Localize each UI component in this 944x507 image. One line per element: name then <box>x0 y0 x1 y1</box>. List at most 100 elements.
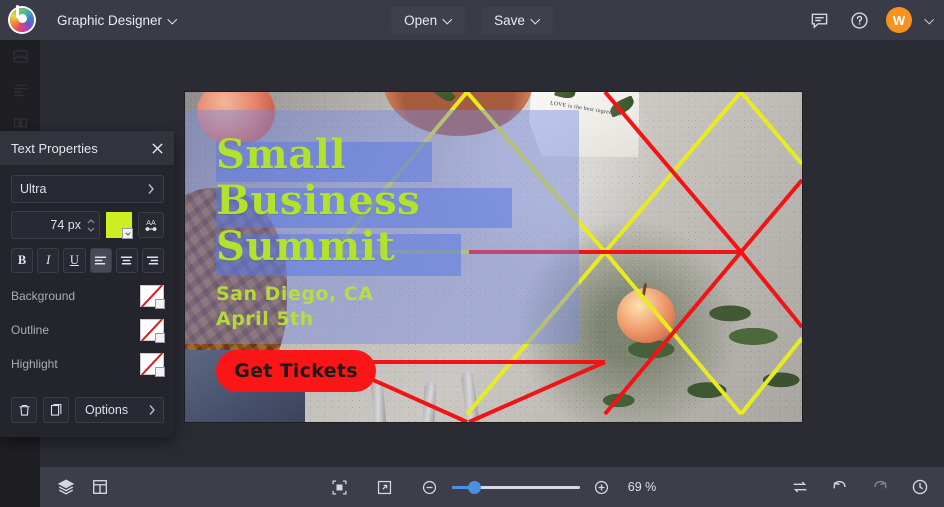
help-button[interactable] <box>846 7 872 33</box>
fit-to-screen-icon <box>332 479 347 495</box>
fullscreen-button[interactable] <box>373 475 397 499</box>
zoom-out-button[interactable] <box>418 475 442 499</box>
underline-label: U <box>69 253 79 267</box>
highlight-property-row: Highlight <box>11 353 165 377</box>
chevron-down-icon <box>532 16 540 24</box>
headline-line-2: Business <box>216 177 421 224</box>
font-size-value: 74 px <box>50 218 81 232</box>
outline-color-swatch[interactable] <box>140 319 165 343</box>
chevron-down-icon <box>87 227 95 232</box>
artwork-text-block[interactable]: Small Business Summit San Diego, CA Apri… <box>216 132 546 332</box>
document-title-dropdown[interactable]: Graphic Designer <box>46 7 188 33</box>
design-canvas[interactable]: LOVE is the best ingredient Small Busine… <box>185 92 802 422</box>
subtitle-line-1: San Diego, CA <box>216 283 374 305</box>
save-button[interactable]: Save <box>481 6 553 34</box>
bold-button[interactable]: B <box>11 248 34 273</box>
history-button[interactable] <box>908 475 932 499</box>
align-center-button[interactable] <box>115 248 138 273</box>
align-right-button[interactable] <box>141 248 165 273</box>
redo-button[interactable] <box>868 475 892 499</box>
toolbar-divider <box>362 478 363 496</box>
undo-icon <box>833 480 846 489</box>
text-effects-button[interactable]: AA <box>138 212 164 238</box>
undo-button[interactable] <box>828 475 852 499</box>
avatar-initial: W <box>892 12 906 28</box>
outline-property-row: Outline <box>11 319 165 343</box>
document-title-label: Graphic Designer <box>57 12 163 28</box>
layers-button[interactable] <box>54 475 78 499</box>
fit-to-screen-button[interactable] <box>328 475 352 499</box>
chevron-down-icon <box>926 16 934 24</box>
close-icon <box>152 142 163 154</box>
highlight-color-swatch[interactable] <box>140 353 165 377</box>
background-label: Background <box>11 289 76 303</box>
italic-label: I <box>46 253 51 267</box>
shapes-tool-icon <box>13 118 27 128</box>
zoom-in-button[interactable] <box>590 475 614 499</box>
chevron-up-icon <box>87 218 95 223</box>
bottom-bar-left <box>40 475 112 499</box>
text-effects-icon: AA <box>145 218 157 231</box>
close-panel-button[interactable] <box>151 142 164 155</box>
headline-line-1: Small <box>216 131 347 178</box>
font-size-stepper[interactable] <box>87 218 95 232</box>
align-left-button[interactable] <box>89 248 112 273</box>
plus-circle-icon <box>595 480 609 494</box>
feedback-button[interactable] <box>806 7 832 33</box>
background-property-row: Background <box>11 285 165 309</box>
get-tickets-button[interactable]: Get Tickets <box>216 350 376 392</box>
zoom-slider[interactable] <box>451 480 580 494</box>
options-button[interactable]: Options <box>75 397 164 423</box>
account-menu-button[interactable] <box>926 16 934 24</box>
open-label: Open <box>404 12 438 28</box>
toolbar-divider <box>407 478 408 496</box>
bold-label: B <box>17 253 27 267</box>
text-color-swatch[interactable] <box>106 212 133 239</box>
top-toolbar: Graphic Designer Open Save W <box>0 0 944 40</box>
chevron-down-icon[interactable] <box>155 333 165 343</box>
panel-title: Text Properties <box>11 140 98 156</box>
avatar[interactable]: W <box>886 7 912 33</box>
svg-text:AA: AA <box>146 218 156 227</box>
duplicate-icon <box>50 403 61 416</box>
align-right-icon <box>147 256 159 265</box>
zoom-slider-knob[interactable] <box>467 480 481 494</box>
underline-button[interactable]: U <box>63 248 86 273</box>
chevron-right-icon <box>149 405 155 415</box>
work-area: LOVE is the best ingredient Small Busine… <box>40 40 944 467</box>
align-center-icon <box>121 256 133 265</box>
application-window: Graphic Designer Open Save W LOVE is the… <box>0 0 944 507</box>
options-label: Options <box>85 403 129 417</box>
align-left-icon <box>95 256 107 265</box>
duplicate-layer-button[interactable] <box>43 397 69 423</box>
panel-footer: Options <box>0 385 174 437</box>
open-button[interactable]: Open <box>391 6 466 34</box>
font-size-input[interactable]: 74 px <box>11 211 100 239</box>
app-logo[interactable] <box>0 5 44 32</box>
subtitle-line-2: April 5th <box>216 308 314 330</box>
italic-button[interactable]: I <box>37 248 60 273</box>
font-family-value: Ultra <box>20 182 47 196</box>
delete-layer-button[interactable] <box>11 397 37 423</box>
get-tickets-label: Get Tickets <box>234 360 358 382</box>
history-clock-icon <box>912 479 928 495</box>
rail-item-image[interactable] <box>0 40 40 73</box>
headline-line-3: Summit <box>216 223 396 270</box>
layers-icon <box>57 479 75 495</box>
chevron-down-icon <box>124 231 131 236</box>
chevron-down-icon <box>444 16 452 24</box>
minus-circle-icon <box>423 480 437 494</box>
background-color-swatch[interactable] <box>140 285 165 309</box>
chevron-right-icon <box>148 184 154 194</box>
panel-body: Ultra 74 px AA B I U Background Outline … <box>0 165 174 385</box>
chevron-down-icon[interactable] <box>155 367 165 377</box>
font-family-select[interactable]: Ultra <box>11 175 164 203</box>
color-picker-dropdown-badge[interactable] <box>122 228 133 239</box>
page-layout-button[interactable] <box>88 475 112 499</box>
rail-item-text[interactable] <box>0 73 40 106</box>
color-wheel-logo-icon <box>10 5 34 32</box>
compare-button[interactable] <box>788 475 812 499</box>
chevron-down-icon[interactable] <box>155 299 165 309</box>
chevron-down-icon <box>169 16 177 24</box>
text-tool-icon <box>14 84 26 97</box>
